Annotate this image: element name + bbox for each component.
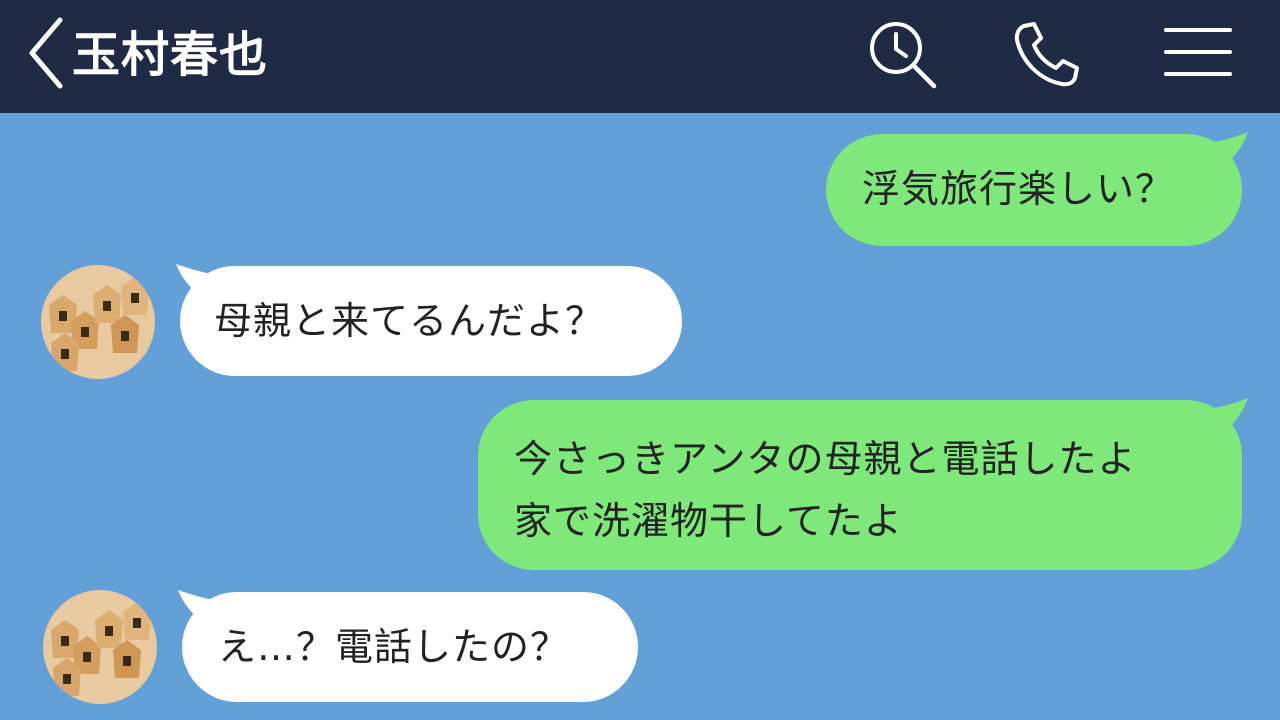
search-button[interactable] xyxy=(866,20,940,90)
message-text-line: 家で洗濯物干してたよ xyxy=(514,499,903,543)
voice-call-button[interactable] xyxy=(1010,18,1084,90)
menu-icon xyxy=(1164,28,1232,76)
message-text-line: 今さっきアンタの母親と電話したよ xyxy=(514,437,1137,481)
back-chevron-icon xyxy=(29,17,63,89)
sent-message-bubble[interactable]: 浮気旅行楽しい？ xyxy=(826,134,1242,246)
message-text: 母親と来てるんだよ？ xyxy=(214,299,605,343)
contact-name: 玉村春也 xyxy=(72,27,269,83)
shogi-pieces-avatar-image xyxy=(41,265,155,379)
phone-icon xyxy=(1014,22,1079,87)
avatar[interactable] xyxy=(41,265,155,379)
sent-message-bubble[interactable]: 今さっきアンタの母親と電話したよ 家で洗濯物干してたよ xyxy=(478,400,1242,570)
search-history-icon xyxy=(870,22,937,89)
received-message-bubble[interactable]: 母親と来てるんだよ？ xyxy=(180,266,682,376)
chat-header: 玉村春也 xyxy=(0,0,1280,113)
avatar[interactable] xyxy=(43,590,157,704)
message-text: え…？電話したの？ xyxy=(218,625,570,669)
back-button[interactable] xyxy=(22,16,72,90)
received-message-bubble[interactable]: え…？電話したの？ xyxy=(182,592,638,702)
message-text: 浮気旅行楽しい？ xyxy=(862,167,1175,211)
shogi-pieces-avatar-image xyxy=(43,590,157,704)
menu-button[interactable] xyxy=(1162,22,1234,82)
